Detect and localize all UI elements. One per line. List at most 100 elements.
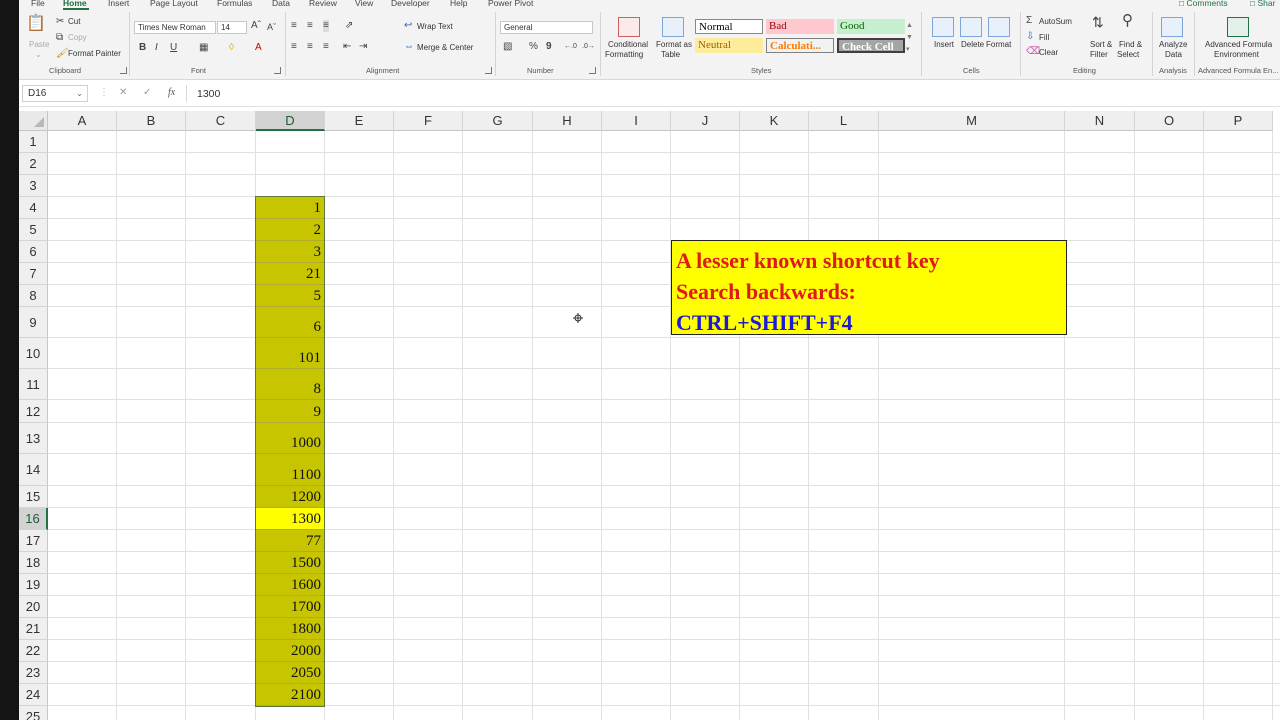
column-header-a[interactable]: A xyxy=(48,111,117,131)
alignment-launcher-icon[interactable] xyxy=(485,67,492,74)
style-neutral[interactable]: Neutral xyxy=(695,38,763,53)
comma-style-button[interactable]: 9 xyxy=(546,41,552,53)
select-all-button[interactable] xyxy=(19,111,48,131)
insert-function-button[interactable]: fx xyxy=(168,87,175,98)
style-calculation[interactable]: Calculati... xyxy=(766,38,834,53)
column-header-g[interactable]: G xyxy=(463,111,533,131)
currency-icon[interactable]: ▧ xyxy=(503,41,512,53)
tab-insert[interactable]: Insert xyxy=(108,0,129,8)
column-header-c[interactable]: C xyxy=(186,111,256,131)
font-size-select[interactable]: 14 xyxy=(217,21,247,34)
column-header-j[interactable]: J xyxy=(671,111,740,131)
row-header-22[interactable]: 22 xyxy=(19,640,48,662)
row-header-5[interactable]: 5 xyxy=(19,219,48,241)
styles-scroll-down-icon[interactable]: ▼ xyxy=(906,32,913,44)
tab-help[interactable]: Help xyxy=(450,0,467,8)
name-box[interactable]: D16 ⌄ xyxy=(22,85,88,102)
align-left-icon[interactable]: ≡ xyxy=(291,41,297,53)
align-right-icon[interactable]: ≡ xyxy=(323,41,329,53)
shortcut-note-textbox[interactable]: A lesser known shortcut key Search backw… xyxy=(671,240,1067,335)
cell-d12[interactable]: 9 xyxy=(256,400,324,423)
row-header-14[interactable]: 14 xyxy=(19,454,48,486)
cancel-icon[interactable]: ✕ xyxy=(119,87,127,98)
row-header-20[interactable]: 20 xyxy=(19,596,48,618)
italic-button[interactable]: I xyxy=(155,42,158,54)
cell-d14[interactable]: 1100 xyxy=(256,454,324,486)
column-header-o[interactable]: O xyxy=(1135,111,1204,131)
align-top-icon[interactable]: ≡ xyxy=(291,20,297,32)
column-header-h[interactable]: H xyxy=(533,111,602,131)
row-header-15[interactable]: 15 xyxy=(19,486,48,508)
column-header-e[interactable]: E xyxy=(325,111,394,131)
row-header-16[interactable]: 16 xyxy=(19,508,48,530)
row-header-25[interactable]: 25 xyxy=(19,706,48,720)
row-header-7[interactable]: 7 xyxy=(19,263,48,285)
cell-d9[interactable]: 6 xyxy=(256,307,324,338)
row-header-18[interactable]: 18 xyxy=(19,552,48,574)
tab-developer[interactable]: Developer xyxy=(391,0,430,8)
column-header-l[interactable]: L xyxy=(809,111,879,131)
font-color-icon[interactable]: A xyxy=(255,42,262,54)
cell-d20[interactable]: 1700 xyxy=(256,596,324,618)
decrease-indent-icon[interactable]: ⇤ xyxy=(343,41,351,53)
style-check-cell[interactable]: Check Cell xyxy=(837,38,905,53)
row-header-19[interactable]: 19 xyxy=(19,574,48,596)
orientation-icon[interactable]: ⇗ xyxy=(345,20,353,32)
row-header-1[interactable]: 1 xyxy=(19,131,48,153)
column-header-k[interactable]: K xyxy=(740,111,809,131)
style-normal[interactable]: Normal xyxy=(695,19,763,34)
cell-d5[interactable]: 2 xyxy=(256,219,324,241)
align-bottom-icon[interactable]: ≡ xyxy=(323,20,329,32)
column-header-i[interactable]: I xyxy=(602,111,671,131)
column-header-p[interactable]: P xyxy=(1204,111,1273,131)
fill-color-icon[interactable]: ◊ xyxy=(229,42,234,54)
percent-button[interactable]: % xyxy=(529,41,538,53)
tab-data[interactable]: Data xyxy=(272,0,290,8)
tab-view[interactable]: View xyxy=(355,0,373,8)
formula-input[interactable]: 1300 xyxy=(197,88,220,100)
align-center-icon[interactable]: ≡ xyxy=(307,41,313,53)
font-launcher-icon[interactable] xyxy=(274,67,281,74)
increase-indent-icon[interactable]: ⇥ xyxy=(359,41,367,53)
cell-d10[interactable]: 101 xyxy=(256,338,324,369)
cell-d6[interactable]: 3 xyxy=(256,241,324,263)
row-header-9[interactable]: 9 xyxy=(19,307,48,338)
cell-d21[interactable]: 1800 xyxy=(256,618,324,640)
styles-more-icon[interactable]: ▾ xyxy=(906,44,910,56)
cell-d15[interactable]: 1200 xyxy=(256,486,324,508)
style-bad[interactable]: Bad xyxy=(766,19,834,34)
cell-d13[interactable]: 1000 xyxy=(256,423,324,454)
column-header-m[interactable]: M xyxy=(879,111,1065,131)
cell-d19[interactable]: 1600 xyxy=(256,574,324,596)
decrease-decimal-icon[interactable]: .0→ xyxy=(582,41,595,53)
active-cell-d16[interactable]: 1300 xyxy=(256,508,324,530)
cell-d24[interactable]: 2100 xyxy=(256,684,324,706)
underline-button[interactable]: U xyxy=(170,42,177,54)
comments-button[interactable]: □ Comments xyxy=(1179,0,1228,8)
cell-d8[interactable]: 5 xyxy=(256,285,324,307)
tab-page-layout[interactable]: Page Layout xyxy=(150,0,198,8)
cell-d22[interactable]: 2000 xyxy=(256,640,324,662)
tab-power-pivot[interactable]: Power Pivot xyxy=(488,0,533,8)
row-header-2[interactable]: 2 xyxy=(19,153,48,175)
cell-d7[interactable]: 21 xyxy=(256,263,324,285)
column-header-f[interactable]: F xyxy=(394,111,463,131)
row-header-11[interactable]: 11 xyxy=(19,369,48,400)
align-middle-icon[interactable]: ≡ xyxy=(307,20,313,32)
bold-button[interactable]: B xyxy=(139,42,146,54)
cell-d11[interactable]: 8 xyxy=(256,369,324,400)
row-header-17[interactable]: 17 xyxy=(19,530,48,552)
row-header-13[interactable]: 13 xyxy=(19,423,48,454)
row-header-12[interactable]: 12 xyxy=(19,400,48,423)
clipboard-launcher-icon[interactable] xyxy=(120,67,127,74)
row-header-23[interactable]: 23 xyxy=(19,662,48,684)
column-header-n[interactable]: N xyxy=(1065,111,1135,131)
row-header-10[interactable]: 10 xyxy=(19,338,48,369)
row-header-21[interactable]: 21 xyxy=(19,618,48,640)
enter-check-icon[interactable]: ✓ xyxy=(143,87,151,98)
cell-d23[interactable]: 2050 xyxy=(256,662,324,684)
borders-icon[interactable]: ▦ xyxy=(199,42,208,54)
style-good[interactable]: Good xyxy=(837,19,905,34)
cell-d4[interactable]: 1 xyxy=(256,197,324,219)
share-button[interactable]: □ Shar xyxy=(1250,0,1275,8)
